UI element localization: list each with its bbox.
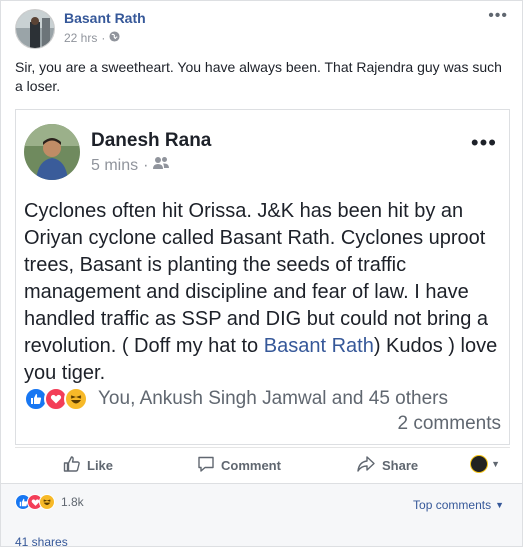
author-name[interactable]: Basant Rath xyxy=(64,10,146,26)
post-meta: 22 hrs · xyxy=(64,31,120,45)
share-button[interactable]: Share xyxy=(356,455,418,476)
globe-icon xyxy=(109,31,120,45)
shared-post-text: Cyclones often hit Orissa. J&K has been … xyxy=(24,198,506,387)
separator-dot: · xyxy=(101,31,106,45)
shares-count[interactable]: 41 shares xyxy=(15,535,68,547)
share-label: Share xyxy=(382,458,419,473)
comment-icon xyxy=(197,455,215,476)
comment-sort-dropdown[interactable]: Top comments ▼ xyxy=(413,498,504,512)
post-card: Basant Rath 22 hrs · ••• Sir, you are a … xyxy=(0,0,523,547)
post-as-selector[interactable]: ▼ xyxy=(470,455,500,473)
shared-reactions-text[interactable]: You, Ankush Singh Jamwal and 45 others xyxy=(98,388,448,410)
post-time[interactable]: 22 hrs xyxy=(64,31,97,45)
shared-text-part1: Cyclones often hit Orissa. J&K has been … xyxy=(24,200,489,357)
post-footer: 1.8k Top comments ▼ 41 shares xyxy=(1,483,522,547)
like-button[interactable]: Like xyxy=(63,455,113,476)
post-reactions[interactable]: 1.8k xyxy=(15,494,84,510)
shared-post[interactable]: Danesh Rana 5 mins · ••• Cyclones often … xyxy=(15,109,510,445)
shared-comments-count[interactable]: 2 comments xyxy=(398,413,501,435)
post-text: Sir, you are a sweetheart. You have alwa… xyxy=(15,59,502,94)
like-label: Like xyxy=(87,458,114,473)
caret-down-icon: ▼ xyxy=(491,459,500,469)
more-options-icon[interactable]: ••• xyxy=(488,7,508,25)
shared-author-name[interactable]: Danesh Rana xyxy=(91,130,211,152)
mention-link[interactable]: Basant Rath xyxy=(264,335,374,357)
comment-button[interactable]: Comment xyxy=(197,455,281,476)
caret-down-icon: ▼ xyxy=(495,500,504,510)
share-icon xyxy=(356,455,376,476)
sort-label: Top comments xyxy=(413,498,492,512)
comment-label: Comment xyxy=(221,458,281,473)
thumbs-up-icon xyxy=(63,455,81,476)
separator-dot: · xyxy=(143,156,149,174)
shared-more-options-icon[interactable]: ••• xyxy=(471,132,497,154)
haha-reaction-icon xyxy=(64,387,88,411)
shared-author-avatar[interactable] xyxy=(24,124,80,180)
haha-reaction-icon xyxy=(39,494,55,510)
action-bar: Like Comment Share ▼ xyxy=(15,447,510,479)
author-avatar[interactable] xyxy=(15,9,55,49)
shared-time[interactable]: 5 mins xyxy=(91,157,138,175)
reaction-count: 1.8k xyxy=(61,495,84,509)
friends-icon xyxy=(153,156,170,175)
shared-meta: 5 mins · xyxy=(91,156,170,175)
page-avatar xyxy=(470,455,489,473)
shared-reactions[interactable]: You, Ankush Singh Jamwal and 45 others xyxy=(24,387,448,411)
